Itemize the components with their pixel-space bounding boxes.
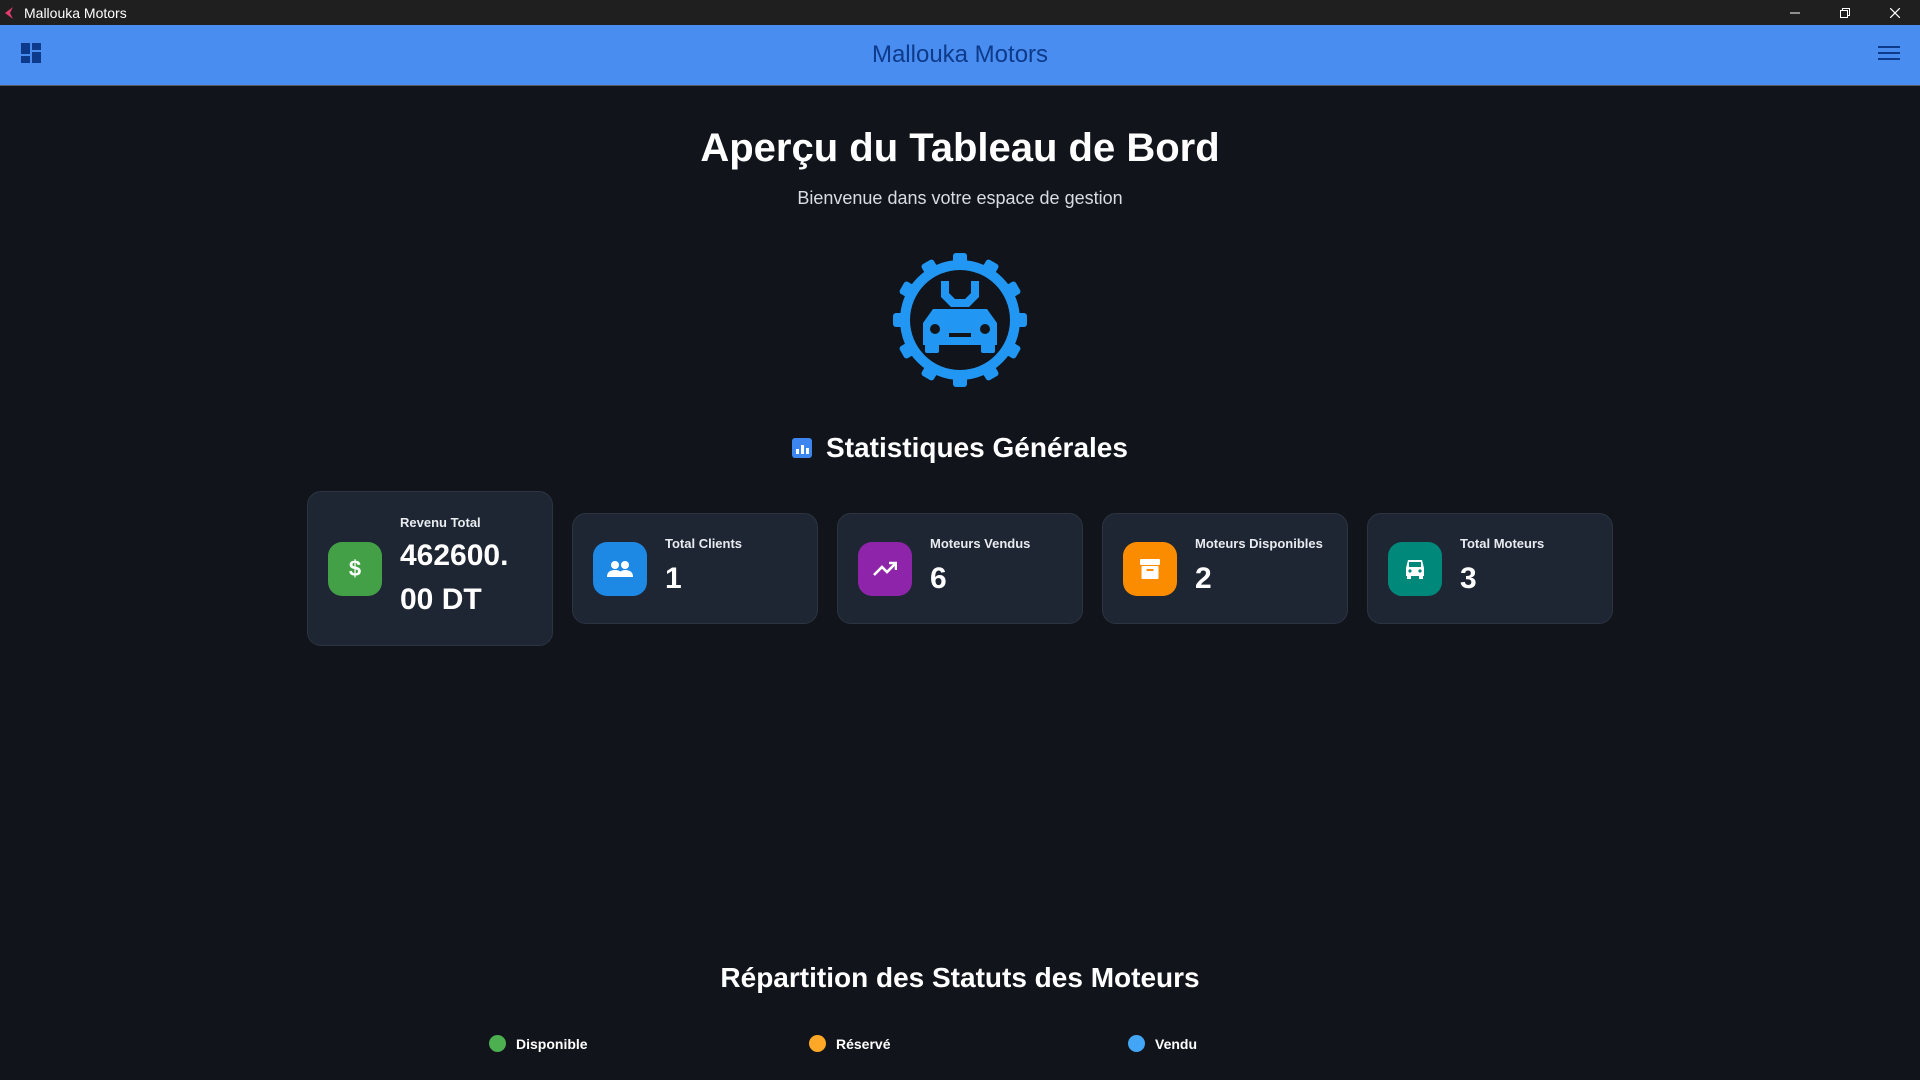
status-distribution-title: Répartition des Statuts des Moteurs (720, 962, 1200, 993)
stat-card-available: Moteurs Disponibles 2 (1102, 513, 1348, 624)
dashboard-icon[interactable] (20, 42, 42, 69)
stat-value: 462600. (400, 539, 509, 572)
stat-value: 6 (930, 562, 947, 595)
page-subtitle: Bienvenue dans votre espace de gestion (797, 188, 1123, 208)
car-repair-gear-logo-icon (893, 253, 1027, 387)
app-title: Mallouka Motors (871, 41, 1049, 68)
stat-card-sold: Moteurs Vendus 6 (837, 513, 1083, 624)
dashboard-main: Aperçu du Tableau de Bord Bienvenue dans… (0, 86, 1920, 1080)
window-title: Mallouka Motors (24, 4, 127, 21)
stats-title-text: Statistiques Générales (826, 432, 1128, 463)
bar-chart-icon (792, 438, 813, 458)
stat-value: 1 (665, 562, 682, 595)
app-icon (4, 6, 16, 20)
car-icon (1388, 541, 1442, 596)
window-titlebar: Mallouka Motors (0, 0, 1920, 25)
stat-label: Total Moteurs (1460, 536, 1545, 551)
dollar-icon: $ (328, 541, 382, 596)
legend-item-disponible: Disponible (489, 1035, 588, 1052)
legend-item-reserve: Réservé (809, 1035, 891, 1052)
stat-label: Total Clients (665, 536, 743, 551)
stat-card-clients: Total Clients 1 (572, 513, 818, 624)
page-title: Aperçu du Tableau de Bord (700, 126, 1220, 170)
legend-dot (1128, 1035, 1145, 1052)
legend-item-vendu: Vendu (1128, 1035, 1197, 1052)
app-bar: Mallouka Motors (0, 25, 1920, 86)
restore-button[interactable] (1820, 0, 1870, 25)
archive-icon (1123, 541, 1177, 596)
trending-up-icon (858, 541, 912, 596)
legend-dot (809, 1035, 826, 1052)
legend-label: Vendu (1155, 1035, 1198, 1052)
stats-section-title: Statistiques Générales (0, 432, 1920, 464)
stat-label: Revenu Total (400, 515, 481, 530)
menu-icon[interactable] (1878, 45, 1900, 66)
legend-label: Réservé (836, 1035, 891, 1052)
minimize-button[interactable] (1770, 0, 1820, 25)
stat-value: 3 (1460, 562, 1477, 595)
close-button[interactable] (1870, 0, 1920, 25)
stat-value-continued: 00 DT (400, 583, 482, 616)
stat-card-revenue: $ Revenu Total 462600. 00 DT (307, 491, 553, 646)
stat-label: Moteurs Disponibles (1195, 536, 1323, 551)
svg-text:$: $ (349, 557, 361, 581)
stat-card-total-engines: Total Moteurs 3 (1367, 513, 1613, 624)
legend-label: Disponible (516, 1035, 588, 1052)
stat-value: 2 (1195, 562, 1212, 595)
legend-dot (489, 1035, 506, 1052)
people-icon (593, 541, 647, 596)
stat-label: Moteurs Vendus (930, 536, 1031, 551)
